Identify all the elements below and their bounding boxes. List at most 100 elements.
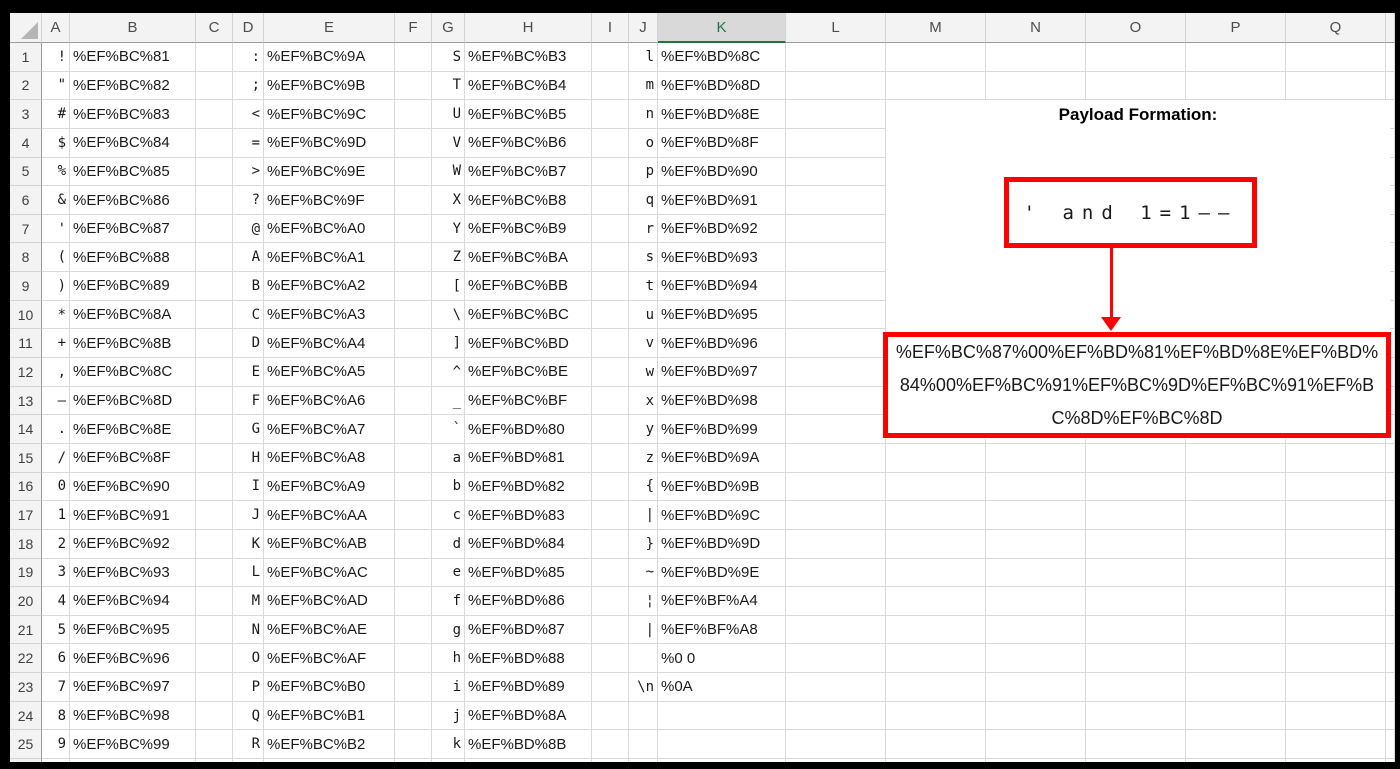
cell-H20[interactable]: %EF%BD%86 — [465, 587, 592, 616]
cell-L2[interactable] — [786, 71, 886, 101]
column-header-E[interactable]: E — [264, 13, 395, 43]
cell-K13[interactable]: %EF%BD%98 — [658, 386, 786, 416]
cell-E11[interactable]: %EF%BC%A4 — [264, 329, 395, 359]
cell-E24[interactable]: %EF%BC%B1 — [264, 701, 395, 731]
cell-A10[interactable]: * — [42, 300, 70, 330]
cell-F10[interactable] — [395, 300, 432, 330]
cell-M20[interactable] — [886, 587, 986, 616]
cell-D1[interactable]: : — [233, 43, 264, 72]
cell-I19[interactable] — [592, 558, 629, 588]
cell-J25[interactable] — [629, 730, 658, 760]
cell-D12[interactable]: E — [233, 358, 264, 387]
cell-B17[interactable]: %EF%BC%91 — [70, 501, 196, 530]
cell-Q18[interactable] — [1286, 529, 1386, 559]
cell-L13[interactable] — [786, 386, 886, 416]
cell-D4[interactable]: = — [233, 128, 264, 158]
cell-H16[interactable]: %EF%BD%82 — [465, 472, 592, 502]
cell-C22[interactable] — [196, 644, 233, 674]
cell-D19[interactable]: L — [233, 558, 264, 588]
column-header-B[interactable]: B — [70, 13, 196, 43]
cell-O15[interactable] — [1086, 443, 1186, 473]
cell-O23[interactable] — [1086, 673, 1186, 702]
cell-E7[interactable]: %EF%BC%A0 — [264, 214, 395, 244]
cell-J7[interactable]: r — [629, 214, 658, 244]
cell-N20[interactable] — [986, 587, 1086, 616]
cell-K16[interactable]: %EF%BD%9B — [658, 472, 786, 502]
cell-E8[interactable]: %EF%BC%A1 — [264, 243, 395, 273]
cell-I25[interactable] — [592, 730, 629, 760]
row-header-19[interactable]: 19 — [10, 558, 42, 588]
cell-A22[interactable]: 6 — [42, 644, 70, 674]
cell-N16[interactable] — [986, 472, 1086, 502]
cell-C18[interactable] — [196, 529, 233, 559]
cell-C5[interactable] — [196, 157, 233, 187]
cell-C16[interactable] — [196, 472, 233, 502]
cell-D3[interactable]: < — [233, 100, 264, 129]
cell-B14[interactable]: %EF%BC%8E — [70, 415, 196, 444]
cell-D25[interactable]: R — [233, 730, 264, 760]
cell-K21[interactable]: %EF%BF%A8 — [658, 615, 786, 645]
cell-O24[interactable] — [1086, 701, 1186, 731]
cell-C8[interactable] — [196, 243, 233, 273]
cell-K25[interactable] — [658, 730, 786, 760]
cell-B16[interactable]: %EF%BC%90 — [70, 472, 196, 502]
cell-L20[interactable] — [786, 587, 886, 616]
cell-O1[interactable] — [1086, 43, 1186, 72]
cell-N2[interactable] — [986, 71, 1086, 101]
cell-B24[interactable]: %EF%BC%98 — [70, 701, 196, 731]
cell-L6[interactable] — [786, 186, 886, 215]
cell-H9[interactable]: %EF%BC%BB — [465, 272, 592, 301]
cell-I17[interactable] — [592, 501, 629, 530]
cell-F7[interactable] — [395, 214, 432, 244]
cell-C24[interactable] — [196, 701, 233, 731]
cell-K18[interactable]: %EF%BD%9D — [658, 529, 786, 559]
cell-K10[interactable]: %EF%BD%95 — [658, 300, 786, 330]
cell-I13[interactable] — [592, 386, 629, 416]
cell-H7[interactable]: %EF%BC%B9 — [465, 214, 592, 244]
cell-I7[interactable] — [592, 214, 629, 244]
cell-L12[interactable] — [786, 358, 886, 387]
cell-F19[interactable] — [395, 558, 432, 588]
cell-Q19[interactable] — [1286, 558, 1386, 588]
cell-L19[interactable] — [786, 558, 886, 588]
cell-D18[interactable]: K — [233, 529, 264, 559]
row-header-6[interactable]: 6 — [10, 186, 42, 215]
cell-A9[interactable]: ) — [42, 272, 70, 301]
cell-G2[interactable]: T — [432, 71, 465, 101]
cell-G6[interactable]: X — [432, 186, 465, 215]
cell-E21[interactable]: %EF%BC%AE — [264, 615, 395, 645]
cell-L17[interactable] — [786, 501, 886, 530]
cell-L16[interactable] — [786, 472, 886, 502]
cell-B12[interactable]: %EF%BC%8C — [70, 358, 196, 387]
cell-A14[interactable]: . — [42, 415, 70, 444]
cell-F5[interactable] — [395, 157, 432, 187]
cell-H22[interactable]: %EF%BD%88 — [465, 644, 592, 674]
cell-K1[interactable]: %EF%BD%8C — [658, 43, 786, 72]
cell-B15[interactable]: %EF%BC%8F — [70, 443, 196, 473]
cell-Q25[interactable] — [1286, 730, 1386, 760]
cell-Q23[interactable] — [1286, 673, 1386, 702]
cell-B18[interactable]: %EF%BC%92 — [70, 529, 196, 559]
column-header-C[interactable]: C — [196, 13, 233, 43]
cell-D17[interactable]: J — [233, 501, 264, 530]
row-header-16[interactable]: 16 — [10, 472, 42, 502]
cell-Q1[interactable] — [1286, 43, 1386, 72]
cell-I14[interactable] — [592, 415, 629, 444]
cell-H23[interactable]: %EF%BD%89 — [465, 673, 592, 702]
cell-D5[interactable]: > — [233, 157, 264, 187]
cell-B23[interactable]: %EF%BC%97 — [70, 673, 196, 702]
cell-B8[interactable]: %EF%BC%88 — [70, 243, 196, 273]
cell-B22[interactable]: %EF%BC%96 — [70, 644, 196, 674]
cell-A21[interactable]: 5 — [42, 615, 70, 645]
column-header-G[interactable]: G — [432, 13, 465, 43]
cell-P25[interactable] — [1186, 730, 1286, 760]
cell-D6[interactable]: ? — [233, 186, 264, 215]
cell-E25[interactable]: %EF%BC%B2 — [264, 730, 395, 760]
row-header-9[interactable]: 9 — [10, 272, 42, 301]
cell-N15[interactable] — [986, 443, 1086, 473]
cell-C15[interactable] — [196, 443, 233, 473]
cell-C10[interactable] — [196, 300, 233, 330]
cell-E16[interactable]: %EF%BC%A9 — [264, 472, 395, 502]
row-header-14[interactable]: 14 — [10, 415, 42, 444]
cell-O25[interactable] — [1086, 730, 1186, 760]
